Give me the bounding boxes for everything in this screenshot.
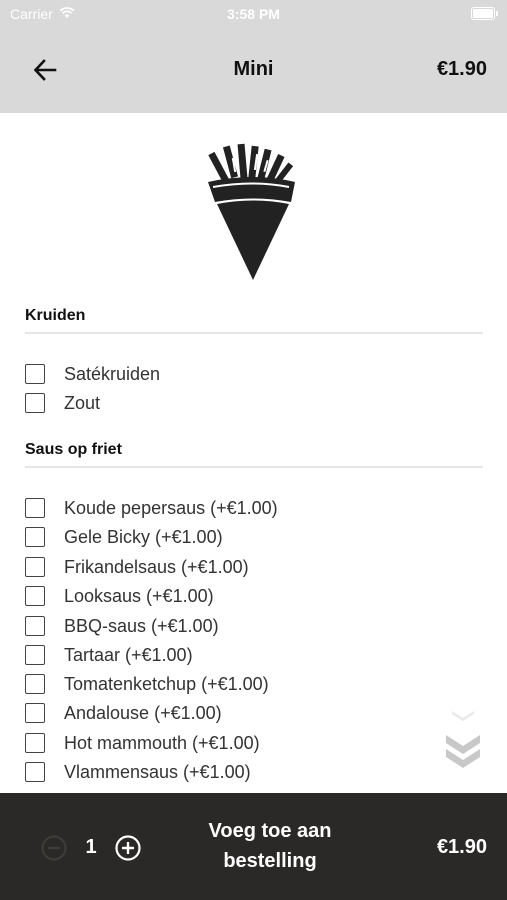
option-label: Gele Bicky (+€1.00) bbox=[64, 526, 223, 547]
checkbox[interactable] bbox=[25, 498, 45, 518]
checkbox[interactable] bbox=[25, 674, 45, 694]
section-title: Kruiden bbox=[25, 307, 483, 334]
option-tartaar[interactable]: Tartaar (+€1.00) bbox=[25, 642, 193, 668]
add-to-order-button[interactable]: Voeg toe aan bestelling bbox=[185, 816, 355, 876]
option-label: Tartaar (+€1.00) bbox=[64, 644, 193, 665]
option-label: Zout bbox=[64, 392, 101, 413]
decrease-quantity-button[interactable] bbox=[40, 834, 68, 862]
quantity-value: 1 bbox=[85, 836, 97, 858]
option-label: Frikandelsaus (+€1.00) bbox=[64, 556, 249, 577]
option-andalouse[interactable]: Andalouse (+€1.00) bbox=[25, 700, 222, 726]
checkbox[interactable] bbox=[25, 762, 45, 782]
option-label: Andalouse (+€1.00) bbox=[64, 702, 222, 723]
option-label: BBQ-saus (+€1.00) bbox=[64, 615, 219, 636]
checkbox[interactable] bbox=[25, 393, 45, 413]
scroll-down-chevrons-icon[interactable] bbox=[443, 705, 483, 775]
option-label: Vlammensaus (+€1.00) bbox=[64, 761, 251, 782]
section-title: Saus op friet bbox=[25, 441, 483, 468]
option-label: Hot mammouth (+€1.00) bbox=[64, 732, 260, 753]
checkbox[interactable] bbox=[25, 527, 45, 547]
option-bbq-saus[interactable]: BBQ-saus (+€1.00) bbox=[25, 613, 219, 639]
option-hot-mammouth[interactable]: Hot mammouth (+€1.00) bbox=[25, 730, 260, 756]
battery-icon bbox=[471, 7, 498, 20]
checkbox[interactable] bbox=[25, 586, 45, 606]
section-header-kruiden: Kruiden bbox=[25, 307, 483, 334]
add-button-label-line2: bestelling bbox=[223, 850, 317, 872]
minus-circle-icon bbox=[41, 835, 67, 861]
checkbox[interactable] bbox=[25, 557, 45, 577]
checkbox[interactable] bbox=[25, 703, 45, 723]
option-looksaus[interactable]: Looksaus (+€1.00) bbox=[25, 583, 214, 609]
status-time: 3:58 PM bbox=[227, 6, 280, 22]
french-fries-cone-icon bbox=[203, 140, 303, 285]
option-zout[interactable]: Zout bbox=[25, 390, 100, 416]
page-title: Mini bbox=[233, 58, 274, 80]
add-button-label-line1: Voeg toe aan bbox=[208, 820, 332, 842]
option-label: Looksaus (+€1.00) bbox=[64, 585, 214, 606]
option-frikandelsaus[interactable]: Frikandelsaus (+€1.00) bbox=[25, 554, 249, 580]
option-satekruiden[interactable]: Satékruiden bbox=[25, 361, 160, 387]
plus-circle-icon bbox=[115, 835, 141, 861]
header-price: €1.90 bbox=[436, 58, 487, 80]
option-tomatenketchup[interactable]: Tomatenketchup (+€1.00) bbox=[25, 671, 269, 697]
status-bar: Carrier 3:58 PM bbox=[0, 0, 507, 28]
checkbox[interactable] bbox=[25, 616, 45, 636]
total-price: €1.90 bbox=[436, 836, 487, 858]
section-header-saus-op-friet: Saus op friet bbox=[25, 441, 483, 468]
increase-quantity-button[interactable] bbox=[114, 834, 142, 862]
option-gele-bicky[interactable]: Gele Bicky (+€1.00) bbox=[25, 524, 223, 550]
option-vlammensaus[interactable]: Vlammensaus (+€1.00) bbox=[25, 759, 251, 785]
option-label: Satékruiden bbox=[64, 363, 161, 384]
option-label: Koude pepersaus (+€1.00) bbox=[64, 497, 278, 518]
checkbox[interactable] bbox=[25, 364, 45, 384]
navigation-bar: Mini €1.90 bbox=[0, 28, 507, 113]
option-koude-pepersaus[interactable]: Koude pepersaus (+€1.00) bbox=[25, 495, 278, 521]
option-label: Tomatenketchup (+€1.00) bbox=[64, 673, 269, 694]
checkbox[interactable] bbox=[25, 733, 45, 753]
checkbox[interactable] bbox=[25, 645, 45, 665]
